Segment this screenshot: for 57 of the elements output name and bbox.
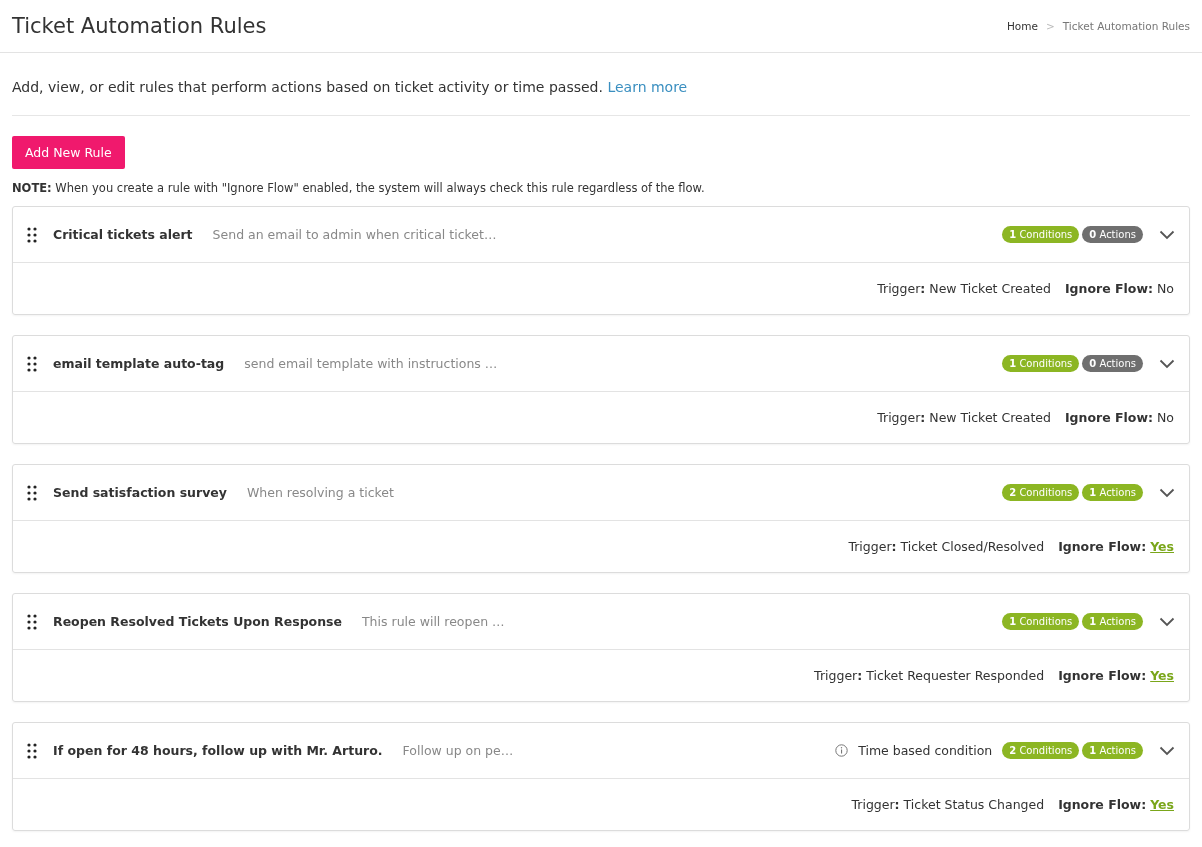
count-badge: 1 Conditions (1002, 226, 1080, 243)
count-badge: 0 Actions (1082, 355, 1143, 372)
page-title: Ticket Automation Rules (12, 14, 267, 38)
drag-handle-icon[interactable] (27, 613, 37, 630)
chevron-down-icon[interactable] (1159, 487, 1175, 498)
drag-handle-icon[interactable] (27, 226, 37, 243)
rule-description: Follow up on pe… (402, 743, 514, 758)
add-rule-button[interactable]: Add New Rule (12, 136, 125, 169)
ignore-flow-label: Ignore Flow: (1058, 668, 1147, 683)
rule-description: When resolving a ticket (246, 485, 394, 500)
time-based-label: Time based condition (858, 743, 993, 758)
count-badge: 0 Actions (1082, 226, 1143, 243)
drag-handle-icon[interactable] (27, 742, 37, 759)
count-badge: 2 Conditions (1002, 742, 1080, 759)
ignore-flow-value: No (1157, 410, 1174, 425)
note-text: NOTE: When you create a rule with "Ignore Flow" enabled, the system will always check this rule regardless of the flow. (12, 181, 706, 195)
rule-card[interactable]: Critical tickets alert Send an email to admin when critical ticket… 1 Conditions 0 Actions Trigger: New Ticket Created Ignore Flow: No (12, 206, 1190, 315)
rule-name: Critical tickets alert (53, 227, 193, 242)
chevron-down-icon[interactable] (1159, 358, 1175, 369)
info-icon (835, 744, 849, 757)
breadcrumb-separator: > (1045, 20, 1055, 32)
breadcrumb-item: Ticket Automation Rules (1062, 20, 1190, 32)
count-badge: 1 Conditions (1002, 355, 1080, 372)
rule-name: Reopen Resolved Tickets Upon Response (53, 614, 342, 629)
rule-card[interactable]: Reopen Resolved Tickets Upon Response This rule will reopen … 1 Conditions 1 Actions Trigger: Ticket Requester Responded Ignore Flow: Yes (12, 593, 1190, 702)
count-badge: 2 Conditions (1002, 484, 1080, 501)
intro-text: Add, view, or edit rules that perform actions based on ticket activity or time passed. Learn more (12, 53, 1190, 116)
count-badge: 1 Conditions (1002, 613, 1080, 630)
learn-more-link[interactable]: Learn more (607, 79, 688, 95)
ignore-flow-label: Ignore Flow: (1058, 797, 1147, 812)
rule-name: Send satisfaction survey (53, 485, 227, 500)
rule-card[interactable]: email template auto-tag send email template with instructions … 1 Conditions 0 Actions Trigger: New Ticket Created Ignore Flow: No (12, 335, 1190, 444)
trigger-text: Trigger: Ticket Requester Responded (814, 668, 1045, 683)
rule-name: email template auto-tag (53, 356, 225, 371)
ignore-flow-label: Ignore Flow: (1064, 281, 1153, 296)
rule-card[interactable]: If open for 48 hours, follow up with Mr. Arturo. Follow up on pe… Time based condition 2 Conditions 1 Actions Trigger: Ticket Status Changed Ignore Flow: Yes (12, 722, 1190, 831)
trigger-text: Trigger: New Ticket Created (877, 281, 1051, 296)
rule-card[interactable]: Send satisfaction survey When resolving a ticket 2 Conditions 1 Actions Trigger: Ticket Closed/Resolved Ignore Flow: Yes (12, 464, 1190, 573)
breadcrumb-item[interactable]: Home (1006, 20, 1038, 32)
chevron-down-icon[interactable] (1159, 616, 1175, 627)
trigger-text: Trigger: Ticket Status Changed (851, 797, 1045, 812)
rule-name: If open for 48 hours, follow up with Mr. Arturo. (53, 743, 383, 758)
rule-description: Send an email to admin when critical ticket… (212, 227, 497, 242)
trigger-text: Trigger: New Ticket Created (877, 410, 1051, 425)
chevron-down-icon[interactable] (1159, 745, 1175, 756)
ignore-flow-value: No (1157, 281, 1174, 296)
trigger-text: Trigger: Ticket Closed/Resolved (848, 539, 1045, 554)
ignore-flow-label: Ignore Flow: (1058, 539, 1147, 554)
count-badge: 1 Actions (1082, 613, 1143, 630)
count-badge: 1 Actions (1082, 742, 1143, 759)
ignore-flow-label: Ignore Flow: (1064, 410, 1153, 425)
chevron-down-icon[interactable] (1159, 229, 1175, 240)
drag-handle-icon[interactable] (27, 484, 37, 501)
drag-handle-icon[interactable] (27, 355, 37, 372)
rule-description: This rule will reopen … (362, 614, 505, 629)
count-badge: 1 Actions (1082, 484, 1143, 501)
rule-description: send email template with instructions … (244, 356, 498, 371)
